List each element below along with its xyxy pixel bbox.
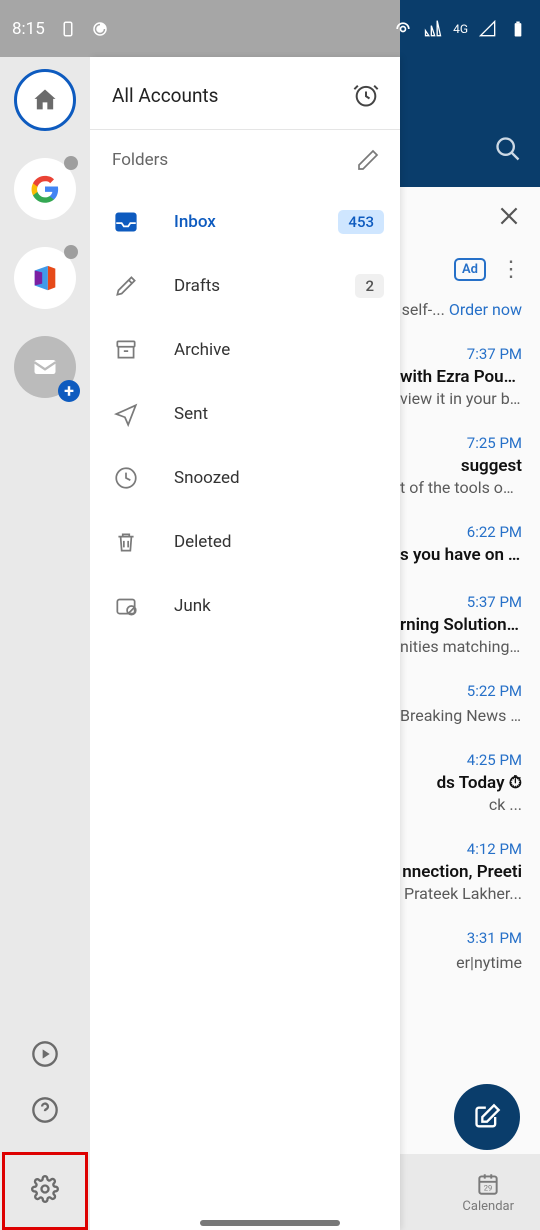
folder-sent[interactable]: Sent — [90, 382, 400, 446]
trash-icon — [113, 529, 139, 555]
ad-row[interactable]: self-... Order now — [400, 290, 540, 335]
signal2-icon — [478, 19, 498, 39]
clock-alarm-icon[interactable] — [352, 81, 380, 109]
compose-button[interactable] — [454, 1084, 520, 1150]
ad-badge: Ad — [454, 258, 486, 281]
folder-snoozed[interactable]: Snoozed — [90, 446, 400, 510]
play-icon[interactable] — [31, 1040, 59, 1068]
snoozed-icon — [113, 465, 139, 491]
nav-handle[interactable] — [200, 1220, 340, 1226]
folder-drawer: All Accounts Folders Inbox 453 Drafts 2 … — [90, 57, 400, 1230]
more-icon[interactable]: ⋮ — [500, 257, 522, 282]
signal-icon — [423, 19, 443, 39]
inbox-icon — [113, 209, 139, 235]
folder-label: Archive — [174, 340, 384, 360]
message-item[interactable]: 3:31 PMer|nytime — [400, 919, 540, 988]
svg-text:29: 29 — [484, 1183, 493, 1192]
folder-count: 453 — [338, 210, 384, 234]
google-account-avatar[interactable] — [14, 158, 76, 220]
settings-highlight — [2, 1152, 88, 1230]
settings-icon[interactable] — [31, 1175, 59, 1203]
message-item[interactable]: 6:22 PMs you have on T... — [400, 513, 540, 583]
folder-label: Sent — [174, 404, 384, 424]
sync-icon — [91, 20, 109, 38]
drafts-icon — [113, 273, 139, 299]
clock-text: 8:15 — [12, 19, 45, 39]
battery-icon — [508, 19, 528, 39]
drawer-title: All Accounts — [112, 84, 218, 107]
folder-count: 2 — [355, 274, 384, 298]
office-icon — [30, 263, 60, 293]
home-account-avatar[interactable] — [14, 69, 76, 131]
message-item[interactable]: 5:22 PMBreaking News e... — [400, 672, 540, 741]
folder-archive[interactable]: Archive — [90, 318, 400, 382]
folder-deleted[interactable]: Deleted — [90, 510, 400, 574]
mail-icon — [31, 353, 59, 381]
message-item[interactable]: 4:12 PMnnection, PreetiPrateek Lakher... — [400, 830, 540, 919]
order-link[interactable]: Order now — [449, 300, 522, 319]
nav-calendar[interactable]: 29 Calendar — [462, 1171, 514, 1214]
junk-icon — [113, 593, 139, 619]
folder-inbox[interactable]: Inbox 453 — [90, 190, 400, 254]
folder-label: Inbox — [174, 212, 304, 232]
compose-icon — [473, 1103, 501, 1131]
status-dot-icon — [64, 156, 78, 170]
folder-label: Drafts — [174, 276, 321, 296]
calendar-icon: 29 — [475, 1171, 501, 1197]
help-icon[interactable] — [31, 1096, 59, 1124]
status-bar-right: 4G — [400, 0, 540, 57]
search-icon[interactable] — [494, 135, 522, 163]
status-dot-icon — [64, 245, 78, 259]
add-account-avatar[interactable]: + — [14, 336, 76, 398]
folder-drafts[interactable]: Drafts 2 — [90, 254, 400, 318]
folders-label: Folders — [112, 150, 168, 170]
sent-icon — [113, 401, 139, 427]
hotspot-icon — [393, 19, 413, 39]
network-label: 4G — [453, 22, 468, 36]
office-account-avatar[interactable] — [14, 247, 76, 309]
app-header: Filter — [400, 57, 540, 187]
message-item[interactable]: 7:25 PMsuggestt of the tools ou... — [400, 424, 540, 513]
folder-label: Snoozed — [174, 468, 384, 488]
message-item[interactable]: 7:37 PMwith Ezra Poundview it in your br… — [400, 335, 540, 424]
folder-junk[interactable]: Junk — [90, 574, 400, 638]
archive-icon — [113, 337, 139, 363]
bottom-nav: 29 Calendar — [400, 1154, 540, 1230]
message-item[interactable]: 5:37 PMrning Solutions ...nities matchin… — [400, 583, 540, 672]
home-icon — [31, 86, 59, 114]
close-icon[interactable] — [496, 203, 522, 229]
account-rail: + — [0, 57, 90, 1230]
folder-label: Junk — [174, 596, 384, 616]
message-list: Ad ⋮ self-... Order now 7:37 PMwith Ezra… — [400, 187, 540, 1170]
message-item[interactable]: 4:25 PMds Today ⏱ck ... — [400, 741, 540, 830]
device-icon — [59, 20, 77, 38]
edit-icon[interactable] — [356, 148, 380, 172]
google-icon — [30, 174, 60, 204]
folder-label: Deleted — [174, 532, 384, 552]
plus-icon: + — [58, 380, 80, 402]
